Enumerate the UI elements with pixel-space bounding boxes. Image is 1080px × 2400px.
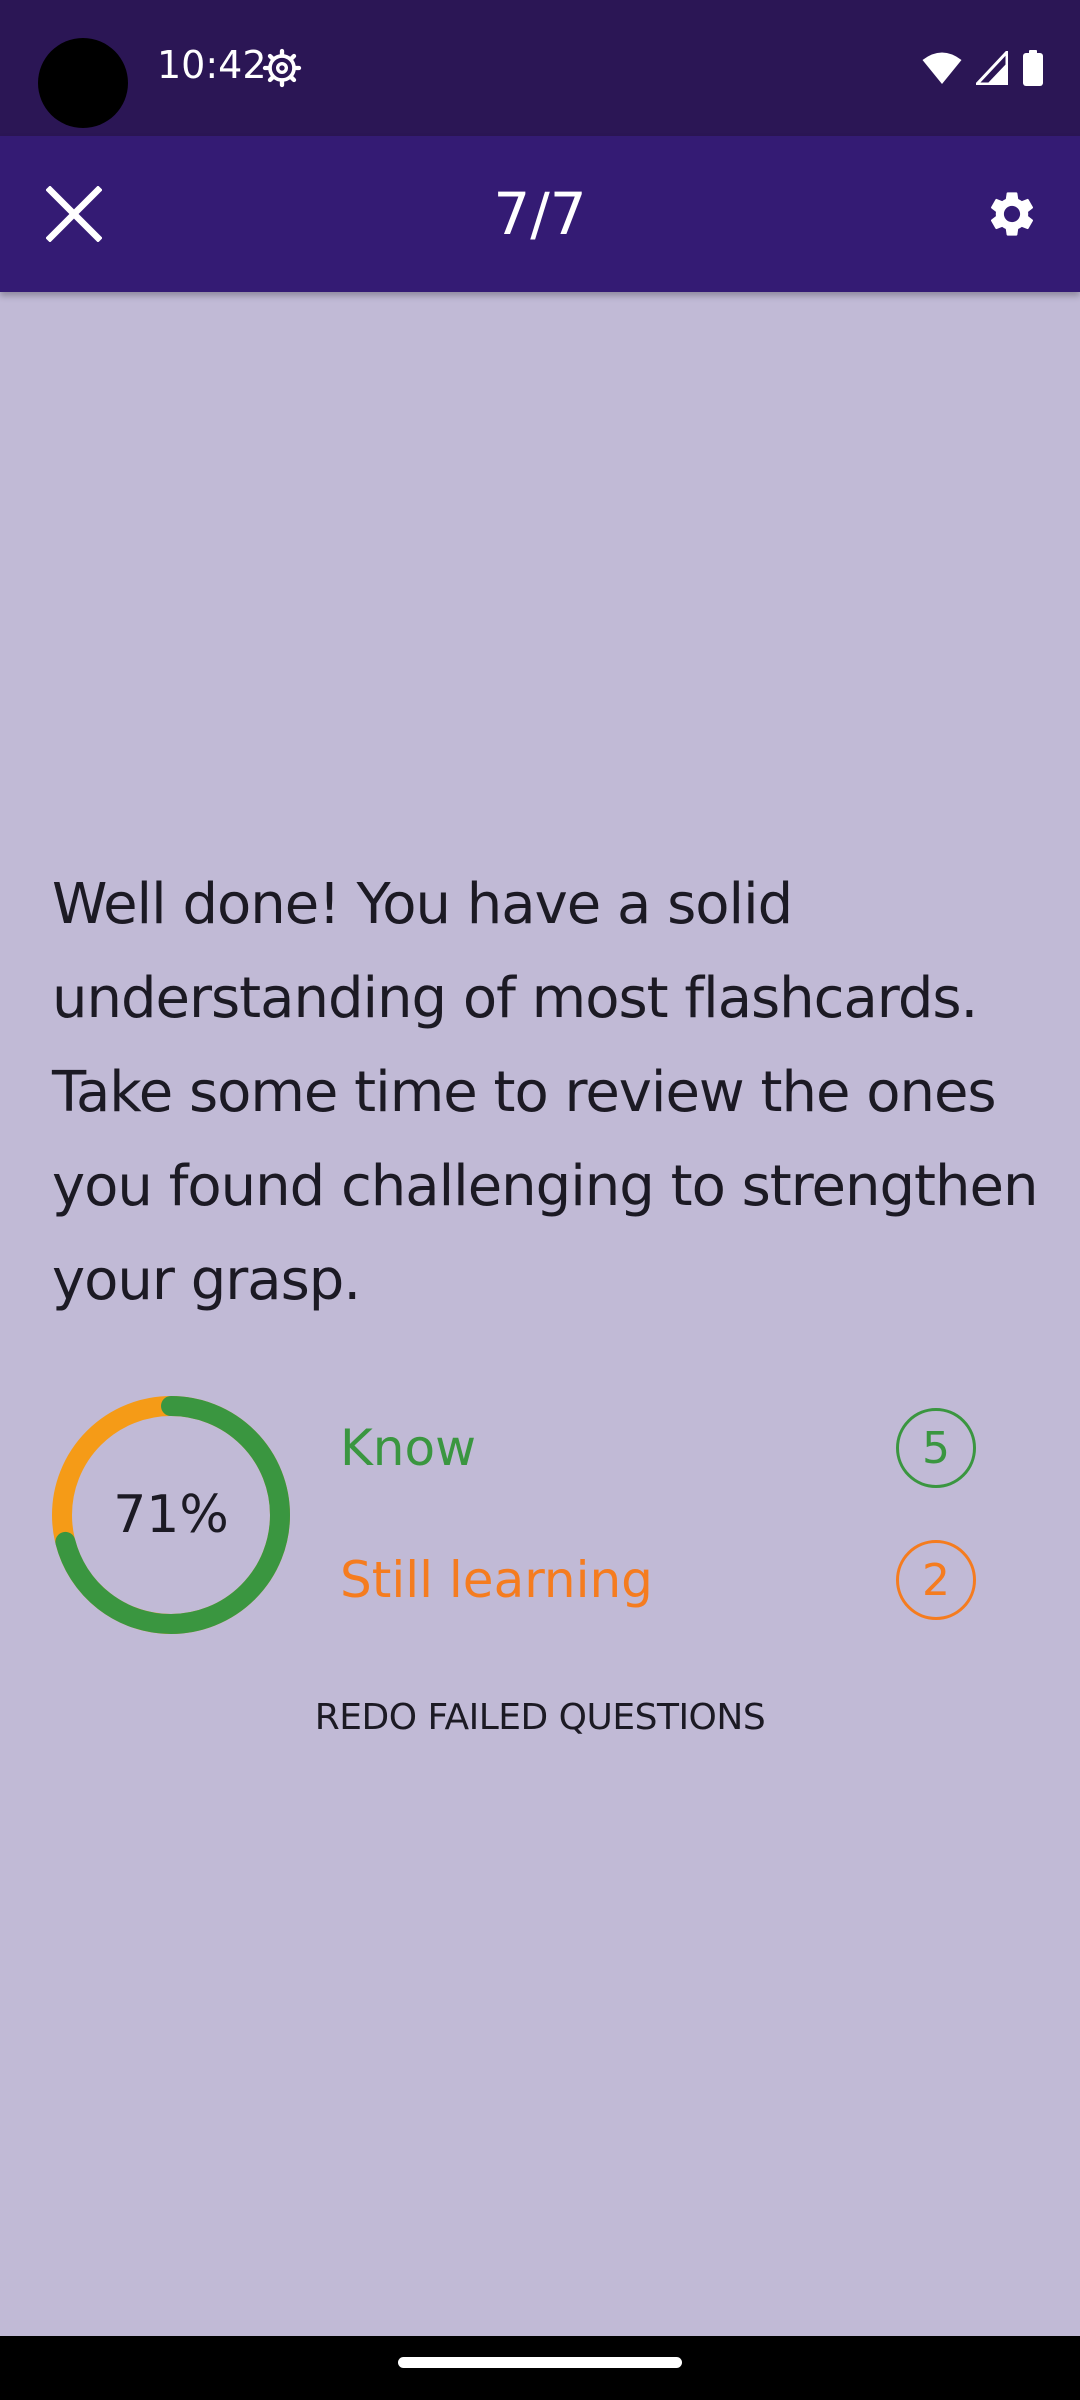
status-time: 10:42 (157, 43, 267, 87)
know-label: Know (340, 1419, 476, 1477)
donut-percent-label: 71% (113, 1485, 229, 1545)
settings-icon (990, 192, 1034, 236)
know-row: Know 5 (340, 1408, 980, 1488)
camera-cutout (38, 38, 128, 128)
progress-title: 7/7 (493, 180, 587, 248)
result-message: Well done! You have a solid understandin… (52, 872, 1038, 1313)
redo-failed-questions-button[interactable]: REDO FAILED QUESTIONS (240, 1678, 840, 1758)
still-learning-row: Still learning 2 (340, 1540, 980, 1620)
still-learning-count-badge: 2 (896, 1540, 976, 1620)
know-count-badge: 5 (896, 1408, 976, 1488)
signal-icon (976, 51, 1008, 85)
app-bar: 7/7 (0, 136, 1080, 292)
wifi-icon (922, 52, 962, 84)
settings-gear-icon (262, 48, 302, 88)
close-button[interactable] (36, 176, 112, 252)
close-icon (46, 186, 102, 242)
status-icons (922, 48, 1044, 88)
navigation-bar (0, 2336, 1080, 2400)
status-bar: 10:42 (0, 0, 1080, 136)
still-learning-label: Still learning (340, 1551, 653, 1609)
battery-icon (1023, 50, 1043, 86)
home-indicator[interactable] (398, 2357, 682, 2368)
settings-button[interactable] (974, 176, 1050, 252)
